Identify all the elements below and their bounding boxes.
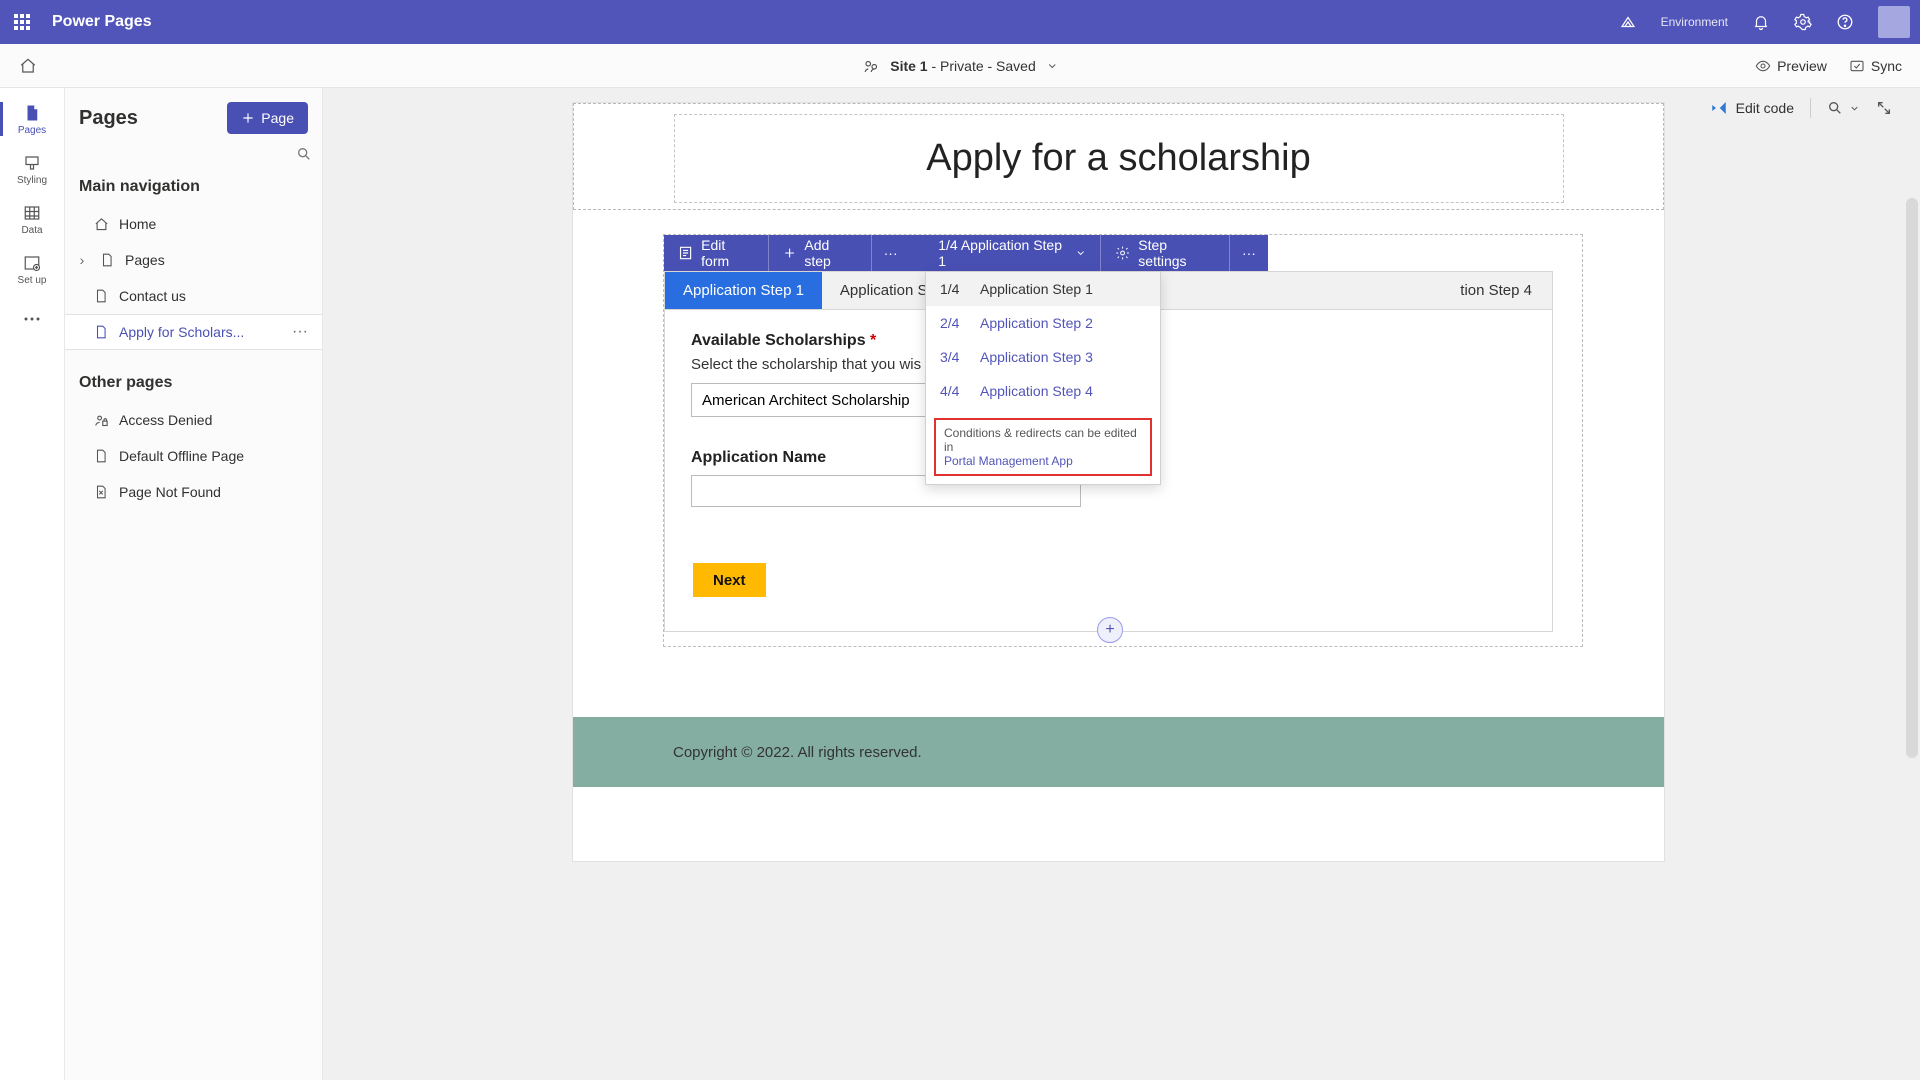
footer-text: Copyright © 2022. All rights reserved. — [673, 744, 922, 761]
form-toolbar-1: Edit form Add step ··· 1/4 Application S… — [664, 235, 1268, 271]
settings-icon[interactable] — [1794, 13, 1812, 31]
nav-item-home[interactable]: Home — [65, 206, 322, 242]
vscode-icon — [1710, 99, 1728, 117]
rail-setup[interactable]: Set up — [0, 244, 64, 294]
page-error-icon — [93, 484, 109, 500]
nav-item-pages[interactable]: › Pages — [65, 242, 322, 278]
other-pages-heading: Other pages — [65, 368, 322, 402]
site-name: Site 1 — [890, 58, 927, 74]
preview-button[interactable]: Preview — [1755, 58, 1827, 74]
page-icon — [99, 252, 115, 268]
portal-mgmt-link[interactable]: Portal Management App — [944, 454, 1073, 468]
site-status: - Private - Saved — [928, 58, 1036, 74]
form-icon — [678, 245, 693, 261]
step-option-3[interactable]: 3/4Application Step 3 — [926, 340, 1160, 374]
chevron-down-icon — [1075, 247, 1086, 259]
plus-icon — [241, 111, 255, 125]
step-option-2[interactable]: 2/4Application Step 2 — [926, 306, 1160, 340]
left-rail: Pages Styling Data Set up — [0, 88, 65, 1080]
pages-panel: Pages Page Main navigation Home › Pages … — [65, 88, 323, 1080]
table-icon — [22, 203, 42, 223]
expand-icon[interactable] — [1876, 100, 1892, 116]
site-picker[interactable]: Site 1 - Private - Saved — [862, 57, 1058, 75]
rail-styling[interactable]: Styling — [0, 144, 64, 194]
nav-item-access-denied[interactable]: Access Denied — [65, 402, 322, 438]
chevron-down-icon — [1046, 60, 1058, 72]
person-lock-icon — [93, 412, 109, 428]
step-settings-button[interactable]: Step settings — [1101, 235, 1230, 271]
chevron-right-icon: › — [75, 252, 89, 268]
gear-icon — [1115, 245, 1130, 261]
setup-icon — [22, 253, 42, 273]
add-step-button[interactable]: Add step — [769, 235, 872, 271]
page-footer: Copyright © 2022. All rights reserved. — [573, 717, 1664, 787]
nav-item-apply[interactable]: Apply for Scholars... ··· — [65, 314, 322, 350]
context-bar: Site 1 - Private - Saved Preview Sync — [0, 44, 1920, 88]
page-icon — [93, 448, 109, 464]
environment-icon[interactable] — [1619, 13, 1637, 31]
plus-icon — [783, 246, 796, 260]
separator — [1810, 98, 1811, 118]
rail-pages[interactable]: Pages — [0, 94, 64, 144]
notifications-icon[interactable] — [1752, 13, 1770, 31]
add-page-button[interactable]: Page — [227, 102, 308, 134]
scrollbar[interactable] — [1906, 198, 1918, 758]
scholarship-value: American Architect Scholarship — [702, 392, 910, 409]
tab-step-2[interactable]: Application Step 2 — [822, 272, 926, 309]
home-icon[interactable] — [10, 57, 46, 75]
sync-button[interactable]: Sync — [1849, 58, 1902, 74]
page-heading: Apply for a scholarship — [675, 137, 1563, 180]
chevron-down-icon — [1849, 103, 1860, 114]
eye-icon — [1755, 58, 1771, 74]
nav-item-contact[interactable]: Contact us — [65, 278, 322, 314]
site-icon — [862, 57, 880, 75]
page-icon — [22, 103, 42, 123]
environment-label: Environment — [1661, 15, 1728, 29]
rail-data[interactable]: Data — [0, 194, 64, 244]
toolbar-more-2-button[interactable]: ··· — [1230, 235, 1268, 271]
canvas-actions: Edit code — [1710, 98, 1892, 118]
step-dropdown: 1/4Application Step 1 2/4Application Ste… — [925, 271, 1161, 485]
scholarships-label: Available Scholarships * — [691, 332, 876, 349]
dropdown-note: Conditions & redirects can be edited in … — [934, 418, 1152, 476]
main-nav-heading: Main navigation — [65, 172, 322, 206]
brand-title: Power Pages — [52, 13, 152, 31]
header-right: Environment — [1619, 6, 1910, 38]
nav-item-not-found[interactable]: Page Not Found — [65, 474, 322, 510]
tab-step-1[interactable]: Application Step 1 — [665, 272, 822, 309]
page-surface: Apply for a scholarship Edit form Add st… — [572, 102, 1665, 862]
zoom-control[interactable] — [1827, 100, 1860, 116]
app-launcher-icon[interactable] — [10, 10, 34, 34]
add-section-button[interactable]: + — [1097, 617, 1123, 643]
search-icon[interactable] — [296, 146, 312, 162]
help-icon[interactable] — [1836, 13, 1854, 31]
step-picker-button[interactable]: 1/4 Application Step 1 — [923, 235, 1101, 271]
header-left: Power Pages — [10, 10, 152, 34]
user-avatar[interactable] — [1878, 6, 1910, 38]
step-option-4[interactable]: 4/4Application Step 4 — [926, 374, 1160, 408]
design-canvas: Edit code Apply for a scholarship — [323, 88, 1920, 1080]
panel-title: Pages — [79, 107, 138, 130]
page-title-block[interactable]: Apply for a scholarship — [674, 114, 1564, 203]
magnifier-icon — [1827, 100, 1843, 116]
page-icon — [93, 288, 109, 304]
item-more-icon[interactable]: ··· — [292, 323, 308, 341]
edit-form-button[interactable]: Edit form — [664, 235, 769, 271]
nav-item-offline[interactable]: Default Offline Page — [65, 438, 322, 474]
multistep-form-block: Edit form Add step ··· 1/4 Application S… — [663, 234, 1583, 647]
step-option-1[interactable]: 1/4Application Step 1 — [926, 272, 1160, 306]
page-icon — [93, 324, 109, 340]
environment-picker[interactable]: Environment — [1661, 15, 1728, 29]
edit-code-button[interactable]: Edit code — [1710, 99, 1794, 117]
sync-icon — [1849, 58, 1865, 74]
app-header: Power Pages Environment — [0, 0, 1920, 44]
more-icon — [22, 309, 42, 329]
home-icon — [93, 216, 109, 232]
toolbar-more-button[interactable]: ··· — [872, 235, 910, 271]
rail-more[interactable] — [0, 294, 64, 344]
next-button[interactable]: Next — [693, 563, 766, 597]
brush-icon — [22, 153, 42, 173]
